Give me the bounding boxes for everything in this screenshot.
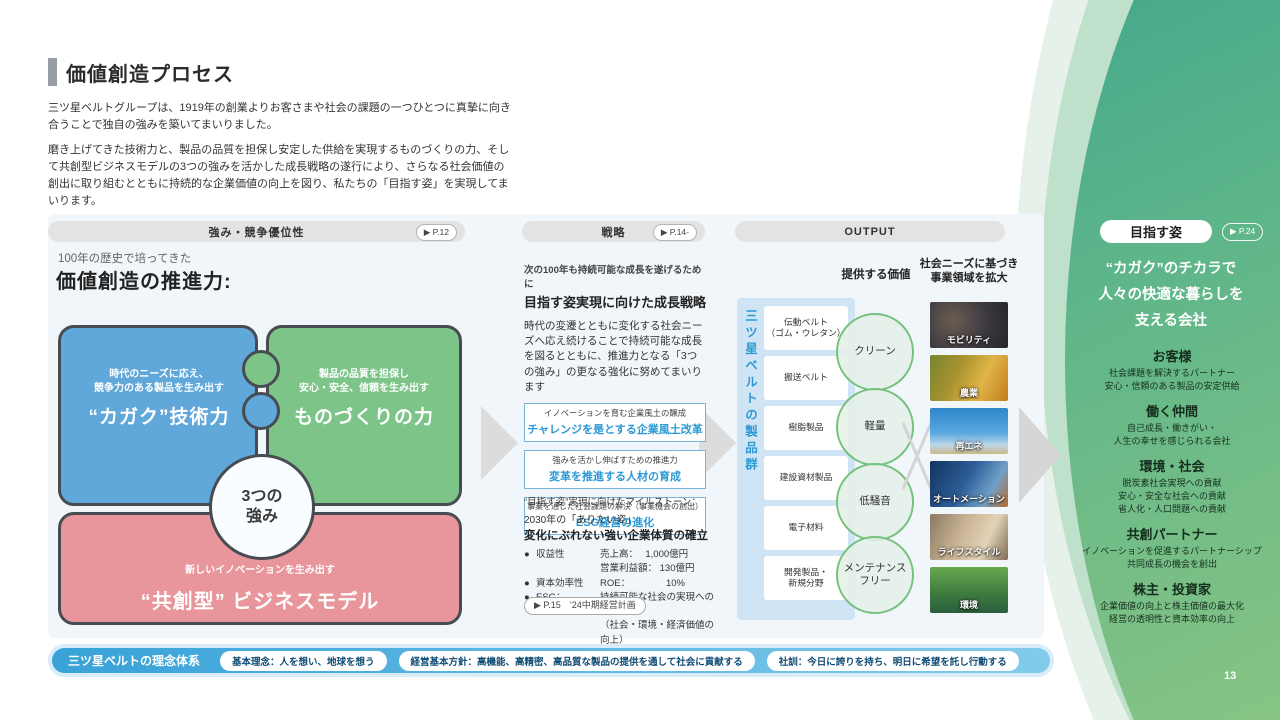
strategy-heading: 目指す姿実現に向けた成長戦略 [524, 292, 706, 311]
business-model-title: “共創型” ビジネスモデル [58, 585, 462, 614]
philosophy-pill-basic-principle: 基本理念：人を想い、地球を想う [220, 651, 387, 671]
photo-label-environment: 環境 [930, 598, 1008, 611]
stakeholder-co-creation-partners: 共創パートナー イノベーションを促進するパートナーシップ 共同成長の機会を創出 [1080, 524, 1264, 570]
strategy-box2-title: 変革を推進する人材の育成 [527, 468, 703, 484]
stakeholder-list: お客様 社会課題を解決するパートナー 安心・信頼のある製品の安定供給 働く仲間 … [1080, 346, 1264, 635]
photo-label-automation: オートメーション [930, 492, 1008, 505]
monozukuri-title: ものづくりの力 [268, 402, 460, 429]
page-title: 価値創造プロセス [66, 58, 234, 87]
three-strengths-puzzle-diagram: 時代のニーズに応え、 競争力のある製品を生み出す “カガク”技術力 製品の品質を… [58, 322, 462, 628]
strategy-lead: 次の100年も持続可能な成長を遂げるために [524, 262, 706, 290]
stakeholder-shareholders-investors: 株主・投資家 企業価値の向上と株主価値の最大化 経営の透明性と資本効率の向上 [1080, 579, 1264, 625]
product-box-transmission-belt: 伝動ベルト（ゴム・ウレタン） [764, 306, 848, 350]
product-box-construction-materials: 建設資材製品 [764, 456, 848, 500]
kagaku-desc-line1: 時代のニーズに応え、 [64, 368, 254, 382]
social-needs-line1: 社会ニーズに基づき [916, 257, 1022, 271]
business-model-desc: 新しいイノベーションを生み出す [58, 564, 462, 578]
kpi-label: 収益性 [536, 548, 600, 562]
strengths-header-label: 強み・競争優位性 [209, 224, 305, 240]
photo-label-renewable-energy: 再エネ [930, 439, 1008, 452]
philosophy-pill-management-policy: 経営基本方針：高機能、高精密、高品質な製品の提供を通して社会に貢献する [399, 651, 755, 671]
page-ref-p24[interactable]: ▶ P.24 [1222, 223, 1263, 241]
kpi-value: ROE： 10% [600, 577, 714, 591]
social-needs-label: 社会ニーズに基づき 事業領域を拡大 [916, 257, 1022, 286]
page-ref-p14[interactable]: ▶ P.14- [653, 224, 697, 241]
kpi-bullet: ● [524, 577, 536, 591]
photo-agriculture: 農業 [930, 355, 1008, 401]
stakeholder-customers: お客様 社会課題を解決するパートナー 安心・信頼のある製品の安定供給 [1080, 346, 1264, 392]
kpi-label: 資本効率性 [536, 577, 600, 591]
strategy-header-label: 戦略 [602, 224, 626, 240]
strengths-subtitle: 100年の歴史で培ってきた [58, 250, 191, 266]
title-accent-bar [48, 58, 57, 86]
output-header-pill: OUTPUT [735, 221, 1005, 242]
kpi-bullet: ● [524, 548, 536, 562]
social-needs-line2: 事業領域を拡大 [916, 271, 1022, 285]
philosophy-pill-company-motto: 社訓：今日に誇りを持ち、明日に希望を託し行動する [767, 651, 1019, 671]
business-model-block: 新しいイノベーションを生み出す “共創型” ビジネスモデル [58, 564, 462, 614]
kagaku-desc-line2: 競争力のある製品を生み出す [64, 382, 254, 396]
kpi-value: 売上高： 1,000億円 [600, 548, 714, 562]
philosophy-label: 三ツ星ベルトの理念体系 [60, 652, 208, 669]
intro-paragraph-1: 三ツ星ベルトグループは、1919年の創業よりお客さまや社会の課題の一つひとつに真… [48, 100, 513, 134]
product-group-vertical-label: 三ツ星ベルトの製品群 [741, 309, 760, 609]
three-strengths-line1: 3つの [242, 487, 283, 507]
stakeholder-employees: 働く仲間 自己成長・働きがい・ 人生の幸せを感じられる会社 [1080, 401, 1264, 447]
strengths-header-pill: 強み・競争優位性 ▶ P.12 [48, 221, 465, 242]
milestone-line2: 2030年の「ありたい姿」 [524, 511, 714, 526]
photo-label-mobility: モビリティ [930, 333, 1008, 346]
report-page: 価値創造プロセス 三ツ星ベルトグループは、1919年の創業よりお客さまや社会の課… [0, 0, 1280, 720]
milestone-block: “目指す姿”実現に向けたマイルストーン： 2030年の「ありたい姿」 変化にぶれ… [524, 494, 714, 648]
strengths-heading: 価値創造の推進力: [56, 265, 232, 294]
page-ref-p15-midterm-plan[interactable]: ▶ P.15 ’24中期経営計画 [524, 597, 646, 615]
vision-headline: “カガク”のチカラで 人々の快適な暮らしを 支える会社 [1076, 256, 1266, 334]
kagaku-title: “カガク”技術力 [64, 402, 254, 429]
monozukuri-desc-line1: 製品の品質を担保し [268, 368, 460, 382]
strategy-box1-title: チャレンジを是とする企業風土改革 [527, 421, 703, 437]
page-ref-p12[interactable]: ▶ P.12 [416, 224, 457, 241]
photo-automation: オートメーション [930, 461, 1008, 507]
monozukuri-desc-line2: 安心・安全、信頼を生み出す [268, 382, 460, 396]
three-strengths-circle: 3つの 強み [209, 454, 315, 560]
vision-header-pill: 目指す姿 [1100, 220, 1212, 243]
photo-lifestyle: ライフスタイル [930, 514, 1008, 560]
monozukuri-block: 製品の品質を担保し 安心・安全、信頼を生み出す ものづくりの力 [268, 368, 460, 429]
photo-label-lifestyle: ライフスタイル [930, 545, 1008, 558]
provided-value-label: 提供する価値 [836, 266, 916, 282]
philosophy-bar: 三ツ星ベルトの理念体系 基本理念：人を想い、地球を想う 経営基本方針：高機能、高… [52, 648, 1050, 673]
kagaku-technology-block: 時代のニーズに応え、 競争力のある製品を生み出す “カガク”技術力 [64, 368, 254, 429]
page-number: 13 [1224, 670, 1236, 682]
strategy-header-pill: 戦略 ▶ P.14- [522, 221, 705, 242]
vision-headline-line1: “カガク”のチカラで [1076, 256, 1266, 282]
strategy-box-talent: 強みを活かし伸ばすための推進力 変革を推進する人材の育成 [524, 450, 706, 489]
product-box-electronic-materials: 電子材料 [764, 506, 848, 550]
value-circle-clean: クリーン [836, 313, 914, 391]
strategy-box2-label: 強みを活かし伸ばすための推進力 [527, 455, 703, 466]
stakeholder-environment-society: 環境・社会 脱炭素社会実現への貢献 安心・安全な社会への貢献 省人化・人口問題へ… [1080, 456, 1264, 515]
strategy-box-culture: イノベーションを育む企業風土の醸成 チャレンジを是とする企業風土改革 [524, 403, 706, 442]
value-circle-maintenance-free: メンテナンスフリー [836, 536, 914, 614]
photo-environment: 環境 [930, 567, 1008, 613]
vision-headline-line3: 支える会社 [1076, 308, 1266, 334]
strategy-body: 時代の変遷とともに変化する社会ニーズへ応え続けることで持続可能な成長を図るととも… [524, 319, 706, 395]
milestone-line1: “目指す姿”実現に向けたマイルストーン： [524, 494, 714, 508]
vision-headline-line2: 人々の快適な暮らしを [1076, 282, 1266, 308]
strategy-box1-label: イノベーションを育む企業風土の醸成 [527, 408, 703, 419]
multiply-icon [900, 420, 934, 492]
intro-paragraph-2: 磨き上げてきた技術力と、製品の品質を担保し安定した供給を実現するものづくりの力、… [48, 142, 513, 210]
intro-text: 三ツ星ベルトグループは、1919年の創業よりお客さまや社会の課題の一つひとつに真… [48, 100, 513, 218]
output-header-label: OUTPUT [844, 226, 895, 238]
milestone-line3: 変化にぶれない強い企業体質の確立 [524, 527, 714, 543]
photo-label-agriculture: 農業 [930, 386, 1008, 399]
product-box-conveyor-belt: 搬送ベルト [764, 356, 848, 400]
photo-renewable-energy: 再エネ [930, 408, 1008, 454]
three-strengths-line2: 強み [246, 507, 278, 527]
kpi-value: 営業利益額： 130億円 [600, 562, 714, 576]
kpi-bullet [524, 562, 536, 576]
photo-mobility: モビリティ [930, 302, 1008, 348]
kpi-label [536, 562, 600, 576]
